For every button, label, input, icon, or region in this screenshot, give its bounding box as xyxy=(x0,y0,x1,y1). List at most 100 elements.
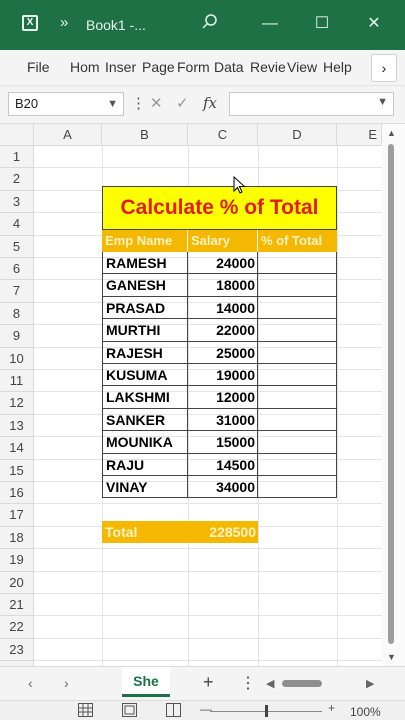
percent-of-total-cell[interactable] xyxy=(258,386,337,409)
tab-data[interactable]: Data xyxy=(214,59,244,75)
select-all-corner[interactable] xyxy=(0,124,34,146)
row-header[interactable]: 7 xyxy=(0,280,34,303)
row-header[interactable]: 11 xyxy=(0,370,34,393)
vertical-scrollbar[interactable]: ▲ ▼ xyxy=(382,124,405,666)
cancel-icon[interactable]: ✕ xyxy=(150,94,163,112)
salary-cell[interactable]: 19000 xyxy=(188,364,258,387)
row-header[interactable]: 14 xyxy=(0,437,34,460)
total-label[interactable]: Total xyxy=(105,521,137,543)
row-header[interactable]: 13 xyxy=(0,414,34,438)
tab-review[interactable]: Revie xyxy=(250,59,286,75)
minimize-button[interactable]: — xyxy=(260,14,280,34)
add-sheet-button[interactable]: + xyxy=(203,672,214,693)
employee-name-cell[interactable]: MURTHI xyxy=(102,319,188,342)
percent-of-total-cell[interactable] xyxy=(258,274,337,297)
quick-access-chevron-icon[interactable]: » xyxy=(60,14,68,31)
scroll-up-icon[interactable]: ▲ xyxy=(387,128,396,138)
salary-cell[interactable]: 14000 xyxy=(188,296,258,320)
row-header[interactable]: 22 xyxy=(0,616,34,639)
expand-formula-icon[interactable]: ▼ xyxy=(377,96,388,108)
formula-input[interactable]: ▼ xyxy=(229,92,394,116)
header-salary[interactable]: Salary xyxy=(188,230,258,252)
close-button[interactable]: ✕ xyxy=(364,14,384,34)
employee-name-cell[interactable]: RAMESH xyxy=(102,252,188,275)
maximize-button[interactable]: ☐ xyxy=(312,14,332,34)
tab-help[interactable]: Help xyxy=(323,59,352,75)
zoom-out-button[interactable]: — xyxy=(200,702,212,716)
percent-of-total-cell[interactable] xyxy=(258,431,337,454)
scroll-left-icon[interactable]: ◀ xyxy=(266,677,274,690)
header-emp-name[interactable]: Emp Name xyxy=(102,230,188,252)
row-header[interactable]: 3 xyxy=(0,190,34,214)
sheet-tab-1[interactable]: She xyxy=(122,667,170,697)
salary-cell[interactable]: 31000 xyxy=(188,408,258,432)
row-header[interactable]: 1 xyxy=(0,146,34,169)
scroll-right-icon[interactable]: ▶ xyxy=(366,677,374,690)
salary-cell[interactable]: 22000 xyxy=(188,319,258,342)
tab-view[interactable]: View xyxy=(287,59,317,75)
row-header[interactable]: 10 xyxy=(0,347,34,370)
row-header[interactable]: 8 xyxy=(0,302,34,326)
row-header[interactable]: 5 xyxy=(0,235,34,258)
zoom-in-button[interactable]: + xyxy=(328,701,335,715)
row-header[interactable]: 6 xyxy=(0,258,34,281)
employee-name-cell[interactable]: KUSUMA xyxy=(102,364,188,387)
employee-name-cell[interactable]: RAJU xyxy=(102,453,188,476)
enter-icon[interactable]: ✓ xyxy=(176,94,189,112)
scroll-down-icon[interactable]: ▼ xyxy=(387,652,396,662)
employee-name-cell[interactable]: SANKER xyxy=(102,408,188,432)
row-header[interactable]: 16 xyxy=(0,482,34,505)
salary-cell[interactable]: 15000 xyxy=(188,431,258,454)
salary-cell[interactable]: 12000 xyxy=(188,386,258,409)
row-header[interactable]: 2 xyxy=(0,168,34,191)
tab-file[interactable]: File xyxy=(27,59,50,75)
worksheet-grid[interactable]: A B C D E 1 2 3 4 5 6 7 8 9 10 11 12 13 14 15 16 17 18 19 2… xyxy=(0,124,382,666)
percent-of-total-cell[interactable] xyxy=(258,408,337,432)
salary-cell[interactable]: 34000 xyxy=(188,476,258,499)
name-box[interactable]: B20 ▼ xyxy=(8,92,124,116)
row-header[interactable]: 4 xyxy=(0,213,34,236)
percent-of-total-cell[interactable] xyxy=(258,319,337,342)
search-icon[interactable] xyxy=(200,14,220,34)
salary-cell[interactable]: 24000 xyxy=(188,252,258,275)
row-header[interactable]: 23 xyxy=(0,638,34,662)
insert-function-icon[interactable]: fx xyxy=(203,94,217,112)
zoom-slider-thumb[interactable] xyxy=(265,705,268,717)
row-header[interactable]: 9 xyxy=(0,325,34,348)
tab-home[interactable]: Hom xyxy=(70,59,100,75)
tab-insert[interactable]: Inser xyxy=(105,59,136,75)
salary-cell[interactable]: 18000 xyxy=(188,274,258,297)
zoom-level[interactable]: 100% xyxy=(350,705,381,719)
page-break-view-icon[interactable] xyxy=(166,703,181,720)
employee-name-cell[interactable]: RAJESH xyxy=(102,341,188,364)
percent-of-total-cell[interactable] xyxy=(258,476,337,499)
row-header[interactable]: 20 xyxy=(0,571,34,594)
employee-name-cell[interactable]: MOUNIKA xyxy=(102,431,188,454)
salary-cell[interactable]: 14500 xyxy=(188,453,258,476)
excel-icon[interactable]: X xyxy=(22,15,38,31)
column-header-b[interactable]: B xyxy=(102,124,188,146)
more-options-icon[interactable]: ⋮ xyxy=(131,94,146,112)
table-title[interactable]: Calculate % of Total xyxy=(102,186,337,230)
header-percent-of-total[interactable]: % of Total xyxy=(258,230,337,252)
page-layout-view-icon[interactable] xyxy=(122,703,137,720)
tab-formulas[interactable]: Form xyxy=(177,59,210,75)
percent-of-total-cell[interactable] xyxy=(258,296,337,320)
row-header[interactable]: 19 xyxy=(0,549,34,572)
row-header[interactable]: 18 xyxy=(0,526,34,550)
column-header-a[interactable]: A xyxy=(34,124,102,146)
normal-view-icon[interactable] xyxy=(78,703,93,720)
horizontal-scroll-thumb[interactable] xyxy=(282,680,322,687)
next-sheet-icon[interactable]: › xyxy=(64,675,69,691)
row-header[interactable]: 15 xyxy=(0,459,34,482)
percent-of-total-cell[interactable] xyxy=(258,341,337,364)
employee-name-cell[interactable]: LAKSHMI xyxy=(102,386,188,409)
row-header[interactable]: 21 xyxy=(0,594,34,617)
previous-sheet-icon[interactable]: ‹ xyxy=(28,675,33,691)
employee-name-cell[interactable]: GANESH xyxy=(102,274,188,297)
column-header-d[interactable]: D xyxy=(258,124,337,146)
employee-name-cell[interactable]: VINAY xyxy=(102,476,188,499)
column-header-c[interactable]: C xyxy=(188,124,258,146)
employee-name-cell[interactable]: PRASAD xyxy=(102,296,188,320)
ribbon-more-button[interactable]: › xyxy=(371,54,397,82)
